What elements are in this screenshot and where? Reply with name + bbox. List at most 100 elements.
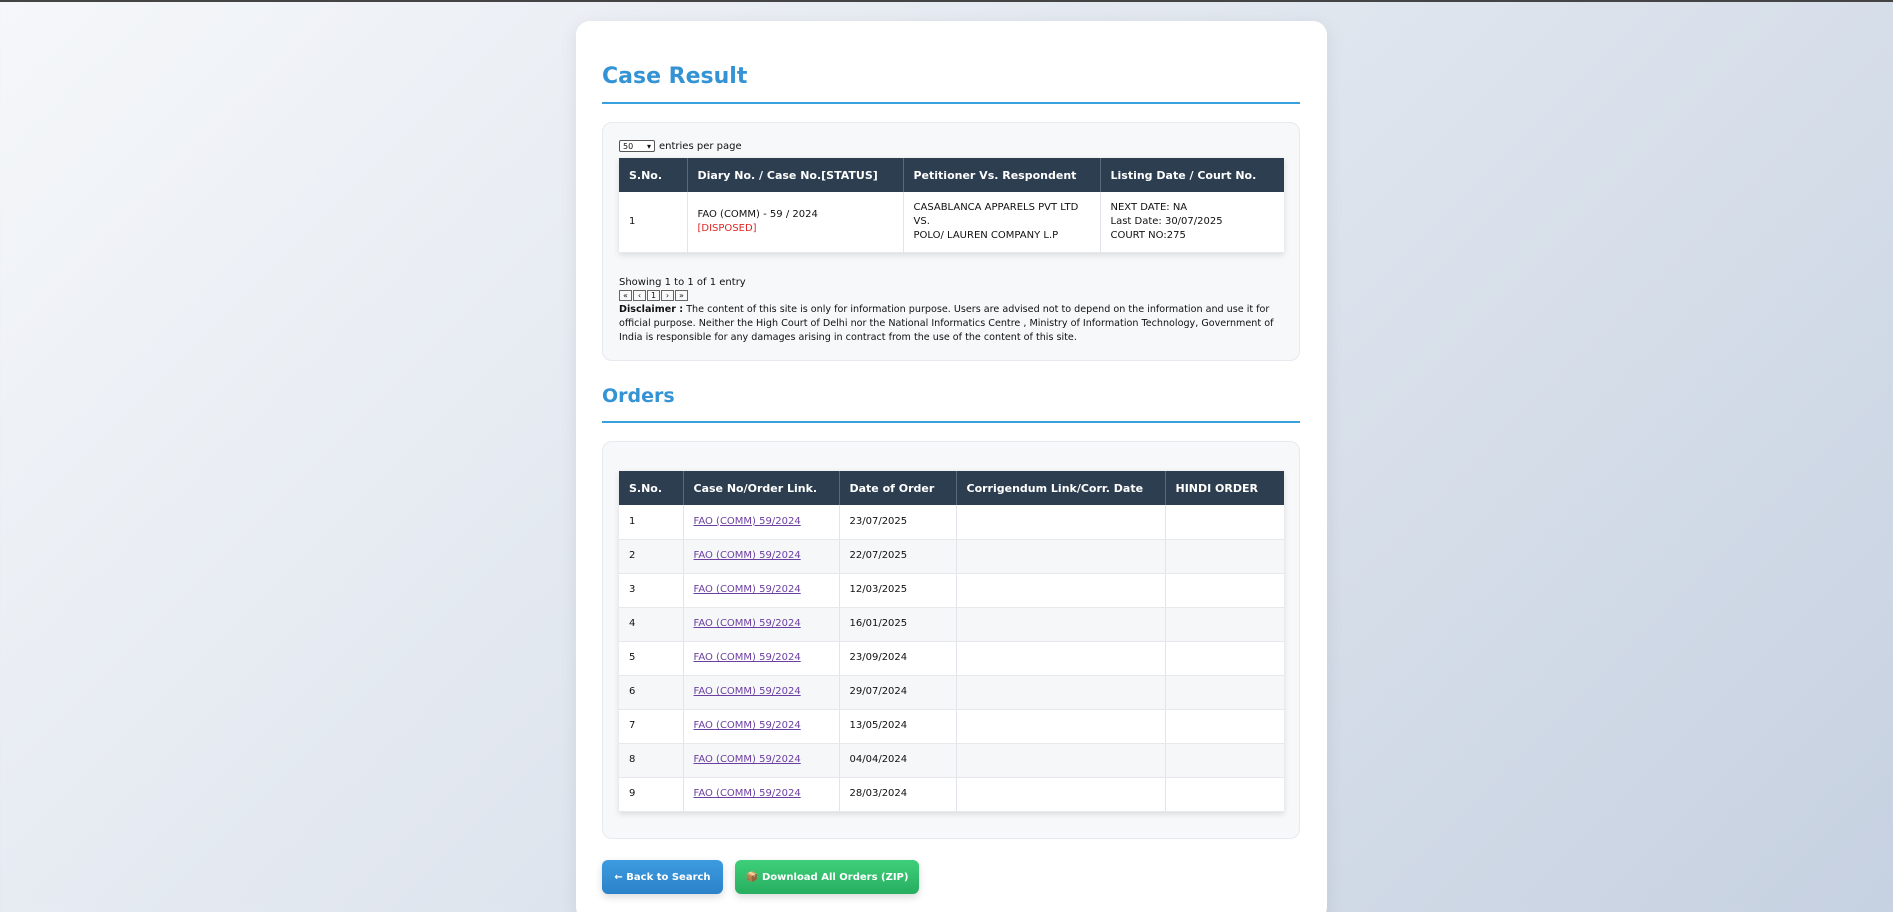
showing-entries-info: Showing 1 to 1 of 1 entry — [619, 277, 746, 288]
entries-per-page-select[interactable]: 50 ▾ — [619, 140, 655, 152]
hindi-order-cell — [1165, 709, 1284, 744]
case-result-divider — [602, 102, 1300, 104]
order-link[interactable]: FAO (COMM) 59/2024 — [694, 652, 801, 663]
main-card: Case Result 50 ▾ entries per page S.No. … — [576, 21, 1327, 912]
table-row: 1 FAO (COMM) - 59 / 2024 [DISPOSED] CASA… — [619, 192, 1284, 253]
order-link[interactable]: FAO (COMM) 59/2024 — [694, 754, 801, 765]
order-date: 23/07/2025 — [839, 505, 957, 540]
order-cell: FAO (COMM) 59/2024 — [683, 675, 840, 710]
order-link[interactable]: FAO (COMM) 59/2024 — [694, 686, 801, 697]
column-header-sno: S.No. — [619, 471, 684, 505]
hindi-order-cell — [1165, 777, 1284, 812]
corrigendum-cell — [956, 573, 1166, 608]
hindi-order-cell — [1165, 675, 1284, 710]
next-page-button[interactable]: › — [661, 290, 674, 301]
corrigendum-cell — [956, 505, 1166, 540]
table-row: 6 FAO (COMM) 59/2024 29/07/2024 — [619, 675, 1284, 710]
order-date: 29/07/2024 — [839, 675, 957, 710]
table-row: 4 FAO (COMM) 59/2024 16/01/2025 — [619, 607, 1284, 642]
hindi-order-cell — [1165, 607, 1284, 642]
petitioner: CASABLANCA APPARELS PVT LTD — [913, 201, 1079, 213]
order-link[interactable]: FAO (COMM) 59/2024 — [694, 550, 801, 561]
entries-per-page-label: entries per page — [659, 140, 742, 152]
column-header-corrigendum: Corrigendum Link/Corr. Date — [956, 471, 1166, 505]
table-row: 9 FAO (COMM) 59/2024 28/03/2024 — [619, 777, 1284, 812]
column-header-hindi-order: HINDI ORDER — [1165, 471, 1284, 505]
order-link[interactable]: FAO (COMM) 59/2024 — [694, 584, 801, 595]
order-cell: FAO (COMM) 59/2024 — [683, 505, 840, 540]
order-sno: 9 — [619, 777, 684, 812]
order-cell: FAO (COMM) 59/2024 — [683, 607, 840, 642]
listing-cell: NEXT DATE: NA Last Date: 30/07/2025 COUR… — [1100, 192, 1284, 253]
disclaimer-text: The content of this site is only for inf… — [619, 304, 1274, 343]
order-link[interactable]: FAO (COMM) 59/2024 — [694, 720, 801, 731]
case-number-cell: FAO (COMM) - 59 / 2024 [DISPOSED] — [687, 192, 904, 253]
download-all-orders-button[interactable]: 📦 Download All Orders (ZIP) — [735, 860, 919, 894]
corrigendum-cell — [956, 743, 1166, 778]
corrigendum-cell — [956, 777, 1166, 812]
case-result-title: Case Result — [602, 64, 748, 89]
orders-title: Orders — [602, 385, 675, 407]
back-to-search-label: ← Back to Search — [614, 871, 711, 883]
status-badge: [DISPOSED] — [697, 222, 757, 234]
order-date: 16/01/2025 — [839, 607, 957, 642]
case-sno: 1 — [619, 192, 688, 253]
order-sno: 4 — [619, 607, 684, 642]
corrigendum-cell — [956, 607, 1166, 642]
parties-cell: CASABLANCA APPARELS PVT LTD VS. POLO/ LA… — [903, 192, 1101, 253]
order-date: 28/03/2024 — [839, 777, 957, 812]
last-page-button[interactable]: » — [675, 290, 688, 301]
next-date: NEXT DATE: NA — [1110, 201, 1188, 213]
entries-per-page: 50 ▾ entries per page — [619, 140, 742, 152]
column-header-case-no[interactable]: Diary No. / Case No.[STATUS] — [687, 158, 904, 192]
hindi-order-cell — [1165, 641, 1284, 676]
column-header-listing-date[interactable]: Listing Date / Court No. — [1100, 158, 1284, 192]
download-all-orders-label: Download All Orders (ZIP) — [761, 871, 909, 883]
order-cell: FAO (COMM) 59/2024 — [683, 709, 840, 744]
page-1-button[interactable]: 1 — [647, 290, 660, 301]
column-header-date-of-order: Date of Order — [839, 471, 957, 505]
first-page-button[interactable]: « — [619, 290, 632, 301]
order-link[interactable]: FAO (COMM) 59/2024 — [694, 788, 801, 799]
order-sno: 8 — [619, 743, 684, 778]
order-cell: FAO (COMM) 59/2024 — [683, 641, 840, 676]
orders-table: S.No. Case No/Order Link. Date of Order … — [619, 471, 1284, 812]
corrigendum-cell — [956, 709, 1166, 744]
column-header-parties[interactable]: Petitioner Vs. Respondent — [903, 158, 1101, 192]
case-table-header: S.No. Diary No. / Case No.[STATUS] Petit… — [619, 158, 1284, 192]
table-row: 2 FAO (COMM) 59/2024 22/07/2025 — [619, 539, 1284, 574]
disclaimer-label: Disclaimer : — [619, 304, 684, 315]
order-cell: FAO (COMM) 59/2024 — [683, 777, 840, 812]
table-row: 7 FAO (COMM) 59/2024 13/05/2024 — [619, 709, 1284, 744]
order-sno: 5 — [619, 641, 684, 676]
column-header-sno[interactable]: S.No. — [619, 158, 688, 192]
order-date: 13/05/2024 — [839, 709, 957, 744]
order-sno: 6 — [619, 675, 684, 710]
table-row: 5 FAO (COMM) 59/2024 23/09/2024 — [619, 641, 1284, 676]
order-cell: FAO (COMM) 59/2024 — [683, 743, 840, 778]
order-sno: 7 — [619, 709, 684, 744]
order-sno: 1 — [619, 505, 684, 540]
case-result-panel: 50 ▾ entries per page S.No. Diary No. / … — [602, 122, 1300, 361]
orders-divider — [602, 421, 1300, 423]
order-link[interactable]: FAO (COMM) 59/2024 — [694, 618, 801, 629]
table-row: 1 FAO (COMM) 59/2024 23/07/2025 — [619, 505, 1284, 540]
corrigendum-cell — [956, 641, 1166, 676]
order-date: 04/04/2024 — [839, 743, 957, 778]
column-header-order-link: Case No/Order Link. — [683, 471, 840, 505]
order-sno: 2 — [619, 539, 684, 574]
prev-page-button[interactable]: ‹ — [633, 290, 646, 301]
hindi-order-cell — [1165, 505, 1284, 540]
order-cell: FAO (COMM) 59/2024 — [683, 573, 840, 608]
versus-label: VS. — [913, 215, 930, 227]
disclaimer: Disclaimer : The content of this site is… — [619, 303, 1289, 345]
order-sno: 3 — [619, 573, 684, 608]
order-link[interactable]: FAO (COMM) 59/2024 — [694, 516, 801, 527]
back-to-search-button[interactable]: ← Back to Search — [602, 860, 723, 894]
table-row: 8 FAO (COMM) 59/2024 04/04/2024 — [619, 743, 1284, 778]
order-date: 12/03/2025 — [839, 573, 957, 608]
order-date: 22/07/2025 — [839, 539, 957, 574]
orders-table-header: S.No. Case No/Order Link. Date of Order … — [619, 471, 1284, 505]
last-date: Last Date: 30/07/2025 — [1110, 215, 1223, 227]
order-date: 23/09/2024 — [839, 641, 957, 676]
